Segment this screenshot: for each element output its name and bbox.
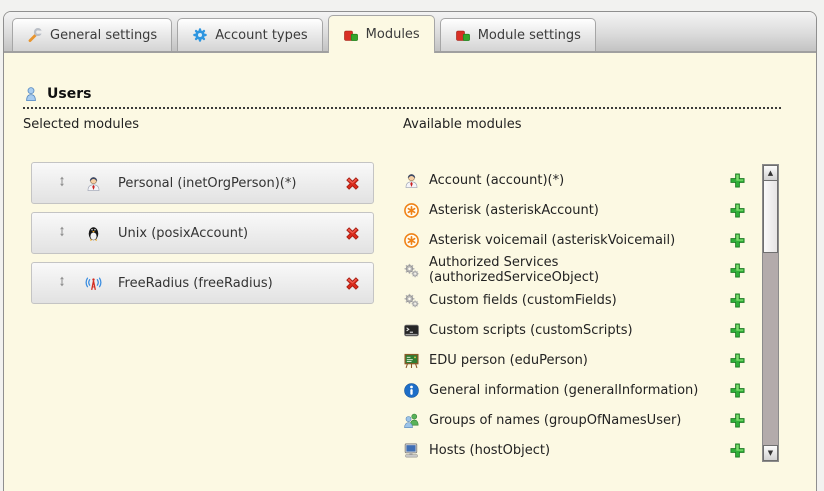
add-module-button[interactable] [729,352,746,369]
add-module-button[interactable] [729,442,746,459]
asterisk-icon [403,232,420,249]
gear-icon [192,27,208,43]
available-module-label: EDU person (eduPerson) [429,353,588,368]
add-module-button[interactable] [729,232,746,249]
section-title: Users [47,86,91,102]
person-icon [85,175,102,192]
tab-label: General settings [50,28,157,43]
tab-general-settings[interactable]: General settings [12,18,172,51]
add-module-button[interactable] [729,322,746,339]
selected-module-row-freeradius[interactable]: FreeRadius (freeRadius) [31,262,374,304]
available-module-label: Custom scripts (customScripts) [429,323,633,338]
add-module-button[interactable] [729,202,746,219]
available-module-label: General information (generalInformation) [429,383,698,398]
tab-account-types[interactable]: Account types [177,18,322,51]
available-module-label: Hosts (hostObject) [429,443,550,458]
computer-icon [403,442,420,459]
chalkboard-icon [403,352,420,369]
user-icon [23,86,39,102]
add-module-button[interactable] [729,292,746,309]
group-icon [403,412,420,429]
selected-module-label: Personal (inetOrgPerson)(*) [118,176,296,191]
available-module-label: Groups of names (groupOfNamesUser) [429,413,681,428]
available-module-label: Custom fields (customFields) [429,293,617,308]
users-section-heading: Users [23,86,781,109]
available-module-label: Authorized Services (authorizedServiceOb… [429,255,729,285]
add-module-button[interactable] [729,262,746,279]
available-module-row-custom: Custom scripts (customScripts) [403,315,746,345]
scroll-up-button[interactable]: ▲ [763,165,778,181]
selected-module-label: FreeRadius (freeRadius) [118,276,273,291]
available-module-row-account: Account (account)(*) [403,165,746,195]
available-module-row-authorized: Authorized Services (authorizedServiceOb… [403,255,746,285]
selected-modules-label: Selected modules [23,117,139,132]
selected-module-label: Unix (posixAccount) [118,226,248,241]
tab-label: Account types [215,28,307,43]
available-module-row-groups: Groups of names (groupOfNamesUser) [403,405,746,435]
selected-modules-list: Personal (inetOrgPerson)(*) Unix (posixAc… [31,162,374,312]
selected-module-row-unix[interactable]: Unix (posixAccount) [31,212,374,254]
add-module-button[interactable] [729,412,746,429]
scrollbar[interactable]: ▲ ▼ [762,164,779,462]
tab-label: Module settings [478,28,581,43]
tab-module-settings[interactable]: Module settings [440,18,596,51]
gears-icon [403,262,420,279]
drag-handle-icon[interactable] [56,175,73,192]
info-icon [403,382,420,399]
available-modules-list: Account (account)(*) Asterisk (asteriskAc… [403,165,746,465]
antenna-icon [85,275,102,292]
available-module-label: Account (account)(*) [429,173,564,188]
asterisk-icon [403,202,420,219]
drag-handle-icon[interactable] [56,225,73,242]
available-module-row-custom: Custom fields (customFields) [403,285,746,315]
remove-module-button[interactable] [344,175,361,192]
remove-module-button[interactable] [344,225,361,242]
add-module-button[interactable] [729,172,746,189]
scroll-thumb[interactable] [763,180,778,253]
tab-label: Modules [366,27,420,42]
person-icon [403,172,420,189]
available-module-label: Asterisk voicemail (asteriskVoicemail) [429,233,675,248]
remove-module-button[interactable] [344,275,361,292]
available-module-row-asterisk: Asterisk voicemail (asteriskVoicemail) [403,225,746,255]
available-module-row-asterisk: Asterisk (asteriskAccount) [403,195,746,225]
configuration-window: General settings Account types Modules Modu… [3,11,817,491]
selected-module-row-personal[interactable]: Personal (inetOrgPerson)(*) [31,162,374,204]
available-module-row-edu: EDU person (eduPerson) [403,345,746,375]
tab-bar: General settings Account types Modules Modu… [4,12,816,53]
available-modules-label: Available modules [403,117,521,132]
modules-icon [343,27,359,43]
terminal-icon [403,322,420,339]
gears-icon [403,292,420,309]
modules-icon [455,27,471,43]
wrench-icon [27,27,43,43]
available-module-row-general: General information (generalInformation) [403,375,746,405]
add-module-button[interactable] [729,382,746,399]
penguin-icon [85,225,102,242]
available-module-row-hosts: Hosts (hostObject) [403,435,746,465]
available-module-label: Asterisk (asteriskAccount) [429,203,599,218]
drag-handle-icon[interactable] [56,275,73,292]
scroll-down-button[interactable]: ▼ [763,445,778,461]
tab-modules[interactable]: Modules [328,15,435,53]
